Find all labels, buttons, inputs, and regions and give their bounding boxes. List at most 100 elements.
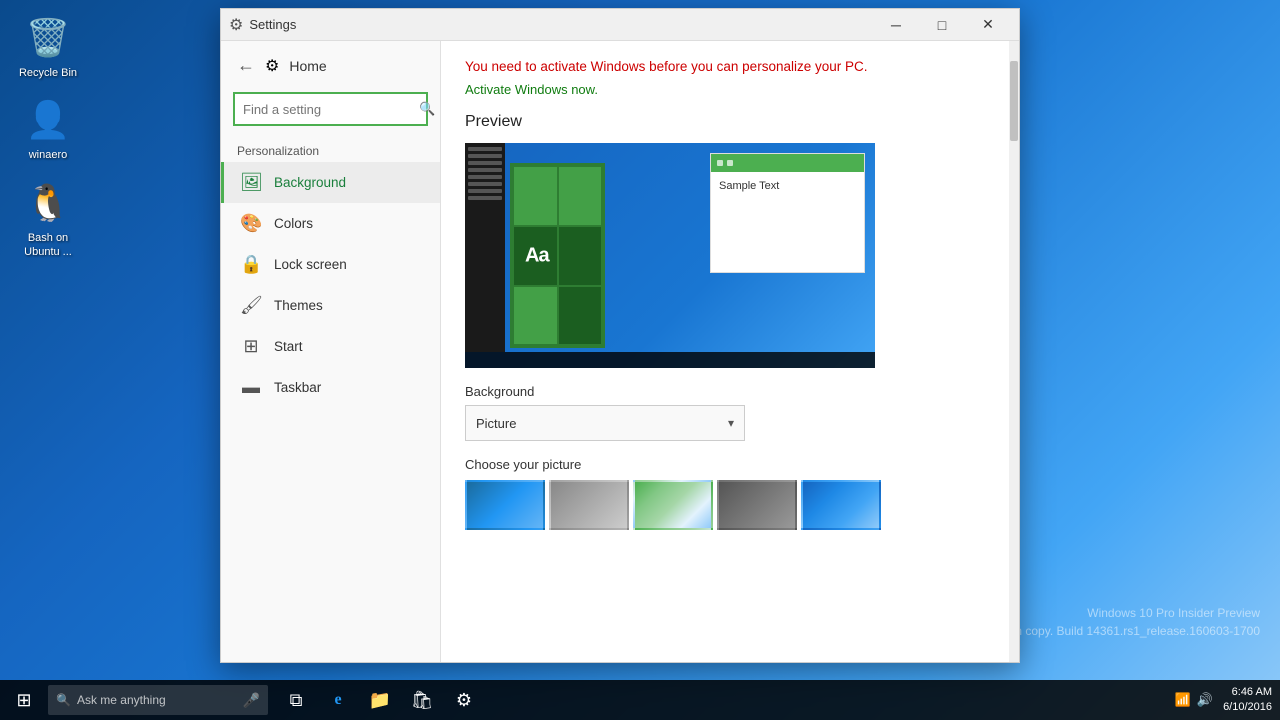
themes-nav-icon: 🖌 bbox=[240, 295, 262, 316]
picture-thumbnail-2[interactable] bbox=[549, 480, 629, 530]
clock-date: 6/10/2016 bbox=[1223, 700, 1272, 715]
desktop-icons-area: 🗑️ Recycle Bin 👤 winaero 🐧 Bash on Ubunt… bbox=[0, 0, 96, 273]
taskbar-search-icon: 🔍 bbox=[56, 693, 71, 707]
sidebar-item-themes[interactable]: 🖌 Themes bbox=[221, 285, 440, 326]
back-icon: ← bbox=[237, 55, 255, 76]
sidebar-item-background[interactable]: 🖼 Background bbox=[221, 162, 440, 203]
task-view-icon: ⧉ bbox=[290, 690, 303, 711]
scrollbar[interactable] bbox=[1009, 41, 1019, 662]
taskbar-pinned-icons: ⧉ e 📁 🛍 ⚙ bbox=[276, 680, 484, 720]
settings-taskbar-button[interactable]: ⚙ bbox=[444, 680, 484, 720]
choose-picture-label: Choose your picture bbox=[465, 457, 985, 472]
system-clock[interactable]: 6:46 AM 6/10/2016 bbox=[1223, 685, 1272, 716]
maximize-button[interactable]: □ bbox=[919, 9, 965, 41]
file-explorer-icon: 📁 bbox=[369, 690, 391, 711]
preview-sample-text: Sample Text bbox=[719, 180, 779, 192]
start-icon: ⊞ bbox=[16, 690, 31, 711]
taskbar-nav-icon: ▬ bbox=[240, 377, 262, 398]
preview-window-dot bbox=[727, 160, 733, 166]
winaero-image: 👤 bbox=[24, 96, 72, 144]
preview-section-title: Preview bbox=[465, 113, 985, 131]
background-nav-label: Background bbox=[274, 175, 346, 190]
dropdown-arrow-icon: ▾ bbox=[728, 416, 734, 430]
taskbar-search[interactable]: 🔍 Ask me anything 🎤 bbox=[48, 685, 268, 715]
sidebar-item-colors[interactable]: 🎨 Colors bbox=[221, 203, 440, 244]
taskbar-nav-label: Taskbar bbox=[274, 380, 321, 395]
recycle-bin-image: 🗑️ bbox=[24, 14, 72, 62]
start-button[interactable]: ⊞ bbox=[0, 680, 48, 720]
bash-ubuntu-icon[interactable]: 🐧 Bash on Ubuntu ... bbox=[8, 175, 88, 264]
file-explorer-button[interactable]: 📁 bbox=[360, 680, 400, 720]
picture-thumbnail-5[interactable] bbox=[801, 480, 881, 530]
background-dropdown-value: Picture bbox=[476, 416, 516, 431]
preview-window-titlebar bbox=[711, 154, 864, 172]
taskbar: ⊞ 🔍 Ask me anything 🎤 ⧉ e 📁 🛍 ⚙ 📶 🔊 6:46… bbox=[0, 680, 1280, 720]
colors-nav-icon: 🎨 bbox=[240, 213, 262, 234]
recycle-bin-icon[interactable]: 🗑️ Recycle Bin bbox=[8, 10, 88, 84]
preview-sidebar-line bbox=[468, 161, 502, 165]
personalization-section-label: Personalization bbox=[221, 136, 440, 162]
settings-taskbar-icon: ⚙ bbox=[456, 690, 472, 711]
preview-sidebar-line bbox=[468, 154, 502, 158]
settings-window: ⚙ Settings ─ □ ✕ ← ⚙ Home 🔍 Personalizat… bbox=[220, 8, 1020, 663]
themes-nav-label: Themes bbox=[274, 298, 323, 313]
bash-ubuntu-label: Bash on Ubuntu ... bbox=[12, 231, 84, 260]
scrollbar-thumb[interactable] bbox=[1010, 61, 1018, 141]
title-bar: ⚙ Settings ─ □ ✕ bbox=[221, 9, 1019, 41]
preview-aa-text: Aa bbox=[525, 244, 549, 267]
activation-warning: You need to activate Windows before you … bbox=[465, 57, 985, 77]
close-button[interactable]: ✕ bbox=[965, 9, 1011, 41]
picture-thumbnail-4[interactable] bbox=[717, 480, 797, 530]
preview-window-dot bbox=[717, 160, 723, 166]
settings-search-box[interactable]: 🔍 bbox=[233, 92, 428, 126]
settings-window-title: Settings bbox=[249, 17, 873, 32]
store-button[interactable]: 🛍 bbox=[402, 680, 442, 720]
sidebar-item-lock-screen[interactable]: 🔒 Lock screen bbox=[221, 244, 440, 285]
settings-sidebar: ← ⚙ Home 🔍 Personalization 🖼 Background … bbox=[221, 41, 441, 662]
settings-window-icon: ⚙ bbox=[229, 15, 243, 35]
preview-sidebar-line bbox=[468, 189, 502, 193]
preview-sidebar-line bbox=[468, 196, 502, 200]
edge-icon: e bbox=[334, 691, 341, 709]
preview-tile bbox=[559, 227, 602, 285]
home-icon: ⚙ bbox=[265, 56, 279, 76]
background-dropdown[interactable]: Picture ▾ bbox=[465, 405, 745, 441]
sidebar-item-start[interactable]: ⊞ Start bbox=[221, 326, 440, 367]
preview-tile-row bbox=[514, 167, 601, 225]
preview-tile bbox=[514, 167, 557, 225]
preview-tile bbox=[514, 287, 557, 345]
window-content: ← ⚙ Home 🔍 Personalization 🖼 Background … bbox=[221, 41, 1019, 662]
preview-sidebar-line bbox=[468, 175, 502, 179]
activate-windows-link[interactable]: Activate Windows now. bbox=[465, 82, 598, 97]
picture-thumbnail-1[interactable] bbox=[465, 480, 545, 530]
clock-time: 6:46 AM bbox=[1223, 685, 1272, 700]
picture-thumbnail-3[interactable] bbox=[633, 480, 713, 530]
preview-sidebar-line bbox=[468, 182, 502, 186]
preview-sample-window: Sample Text bbox=[710, 153, 865, 273]
taskbar-system-tray: 📶 🔊 6:46 AM 6/10/2016 bbox=[1169, 685, 1280, 716]
home-label: Home bbox=[289, 58, 326, 74]
volume-icon: 🔊 bbox=[1197, 692, 1213, 708]
settings-search-input[interactable] bbox=[243, 102, 419, 117]
preview-tile bbox=[559, 287, 602, 345]
desktop-preview: Aa Sample Text bbox=[465, 143, 875, 368]
sidebar-home-button[interactable]: ← ⚙ Home bbox=[221, 41, 440, 86]
winaero-label: winaero bbox=[29, 148, 68, 162]
preview-sidebar-line bbox=[468, 147, 502, 151]
preview-tile bbox=[559, 167, 602, 225]
task-view-button[interactable]: ⧉ bbox=[276, 680, 316, 720]
taskbar-search-label: Ask me anything bbox=[77, 693, 166, 707]
main-content-area: You need to activate Windows before you … bbox=[441, 41, 1009, 662]
edge-button[interactable]: e bbox=[318, 680, 358, 720]
taskbar-mic-icon: 🎤 bbox=[243, 692, 260, 709]
background-field-label: Background bbox=[465, 384, 985, 399]
window-controls: ─ □ ✕ bbox=[873, 9, 1011, 41]
winaero-icon[interactable]: 👤 winaero bbox=[8, 92, 88, 166]
system-tray-icons: 📶 🔊 bbox=[1169, 692, 1219, 708]
recycle-bin-label: Recycle Bin bbox=[19, 66, 77, 80]
minimize-button[interactable]: ─ bbox=[873, 9, 919, 41]
start-nav-label: Start bbox=[274, 339, 303, 354]
store-icon: 🛍 bbox=[411, 690, 434, 711]
sidebar-item-taskbar[interactable]: ▬ Taskbar bbox=[221, 367, 440, 408]
search-icon: 🔍 bbox=[419, 101, 435, 117]
